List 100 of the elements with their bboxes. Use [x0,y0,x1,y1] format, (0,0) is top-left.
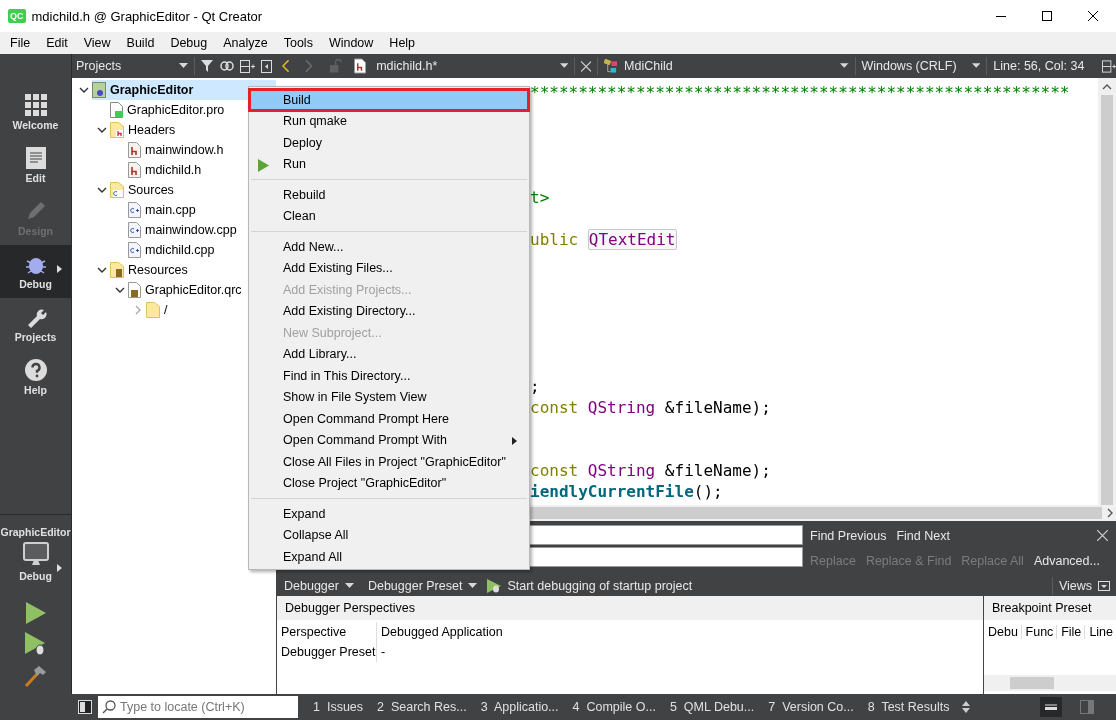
menu-item[interactable]: Show in File System View [249,386,529,408]
arrow-right-icon[interactable] [57,564,62,572]
start-debugging-label[interactable]: Start debugging of startup project [507,579,1046,593]
chevron-down-icon[interactable] [97,125,107,135]
menu-item[interactable]: Analyze [215,36,276,50]
menu-item[interactable]: Add Existing Files... [249,257,529,279]
debug-start-icon[interactable] [487,579,502,593]
panel-icon[interactable] [1098,581,1110,591]
toolbar-dropdown[interactable]: Debugger Preset [363,579,482,593]
mode-button[interactable]: Welcome [0,86,71,139]
tree-item[interactable]: mdichild.h [128,160,206,180]
tree-item[interactable]: Headers [110,120,180,140]
back-icon[interactable] [282,59,290,73]
caret-icon[interactable] [559,63,568,69]
menu-item[interactable]: Edit [38,36,76,50]
vertical-scrollbar[interactable] [1098,78,1116,505]
replace-button[interactable]: Advanced... [1030,551,1103,570]
mode-button[interactable]: Help [0,351,71,404]
cursor-position[interactable]: Line: 56, Col: 34 [993,59,1096,73]
menu-item[interactable]: Debug [162,36,216,50]
caret-icon[interactable] [840,63,849,69]
tree-item[interactable]: mainwindow.h [128,140,228,160]
monitor-icon[interactable] [22,542,49,566]
menu-item[interactable]: Build [249,89,529,111]
menu-item[interactable]: Run [249,153,529,175]
cpp-file-icon [128,202,141,218]
caret-icon[interactable] [972,63,981,69]
menu-item[interactable]: Add Existing Directory... [249,300,529,322]
horizontal-scrollbar[interactable] [984,675,1116,691]
up-down-icon[interactable] [962,701,971,713]
split-icon[interactable] [1102,59,1116,73]
close-icon[interactable] [1097,530,1108,541]
column-header[interactable]: File [1057,625,1086,639]
output-pane-tab[interactable]: 7 Version Co... [761,694,861,720]
tree-item[interactable]: mainwindow.cpp [128,220,241,240]
chevron-down-icon[interactable] [79,85,89,95]
arrow-right-icon[interactable] [57,265,62,273]
menu-item[interactable]: Window [320,36,382,50]
find-button[interactable]: Find Next [893,526,953,545]
menu-item[interactable]: Build [118,36,163,50]
run-icon[interactable] [25,602,46,624]
tree-item[interactable]: / [146,300,172,320]
chevron-down-icon[interactable] [97,265,107,275]
close-icon[interactable] [580,60,592,72]
scroll-right-icon[interactable] [1106,508,1114,518]
output-pane-tab[interactable]: 4 Compile O... [565,694,663,720]
menu-item[interactable]: Open Command Prompt With [249,429,529,451]
menu-item[interactable]: Expand All [249,546,529,568]
caret-icon[interactable] [179,63,188,69]
file-name[interactable]: mdichild.h* [376,59,554,73]
mode-button[interactable]: Edit [0,139,71,192]
menu-item[interactable]: Help [381,36,424,50]
views-button[interactable]: Views [1058,579,1092,593]
tree-item[interactable]: GraphicEditor.pro [110,100,229,120]
menu-item[interactable]: Collapse All [249,524,529,546]
menu-item[interactable]: Close Project "GraphicEditor" [249,472,529,494]
tree-item[interactable]: Resources [110,260,192,280]
menu-item[interactable]: Rebuild [249,184,529,206]
link-icon[interactable] [220,61,234,71]
hammer-icon[interactable] [23,664,48,688]
menu-item[interactable]: Add New... [249,236,529,258]
output-pane-tab[interactable]: 3 Applicatio... [473,694,566,720]
output-pane-tab[interactable]: 8 Test Results [860,694,957,720]
filter-icon[interactable] [201,59,214,73]
output-pane-tab[interactable]: 1 Issues [306,694,371,720]
tree-item[interactable]: main.cpp [128,200,200,220]
tree-item[interactable]: GraphicEditor.qrc [128,280,246,300]
scroll-up-icon[interactable] [1102,83,1112,91]
locate-field[interactable]: Type to locate (Ctrl+K) [98,696,298,718]
menu-item[interactable]: Close All Files in Project "GraphicEditor" [249,451,529,473]
tree-item[interactable]: mdichild.cpp [128,240,219,260]
menu-item[interactable]: Open Command Prompt Here [249,408,529,430]
sidebar-toggle-icon[interactable] [78,700,92,714]
chevron-down-icon[interactable] [115,285,125,295]
menu-item[interactable]: File [2,36,39,50]
output-pane-tab[interactable]: 2 Search Res... [370,694,474,720]
column-header[interactable]: Func [1021,625,1058,639]
menu-item[interactable]: Clean [249,205,529,227]
line-ending-selector[interactable]: Windows (CRLF) [861,59,966,73]
tree-item[interactable]: Sources [110,180,178,200]
menu-item[interactable]: Deploy [249,132,529,154]
find-button[interactable]: Find Previous [807,526,890,545]
debug-run-icon[interactable] [24,632,47,656]
menu-item[interactable]: Expand [249,503,529,525]
menu-item[interactable]: Find in This Directory... [249,365,529,387]
chevron-down-icon[interactable] [97,185,107,195]
mode-button[interactable]: Debug [0,245,71,298]
output-pane-tab[interactable]: 5 QML Debu... [662,694,762,720]
menu-item[interactable]: Run qmake [249,110,529,132]
menu-item[interactable]: Add Library... [249,343,529,365]
split-icon[interactable] [240,59,255,73]
menu-item[interactable]: Tools [275,36,321,50]
symbol-selector[interactable]: MdiChild [624,59,835,73]
column-header[interactable]: Debu [984,625,1022,639]
mode-button[interactable]: Projects [0,298,71,351]
menu-item[interactable]: View [75,36,119,50]
column-header[interactable]: Line [1085,625,1116,639]
close-pane-icon[interactable] [261,59,272,73]
toolbar-dropdown[interactable]: Debugger [280,579,358,593]
output-toggle-icon[interactable] [1040,697,1062,717]
